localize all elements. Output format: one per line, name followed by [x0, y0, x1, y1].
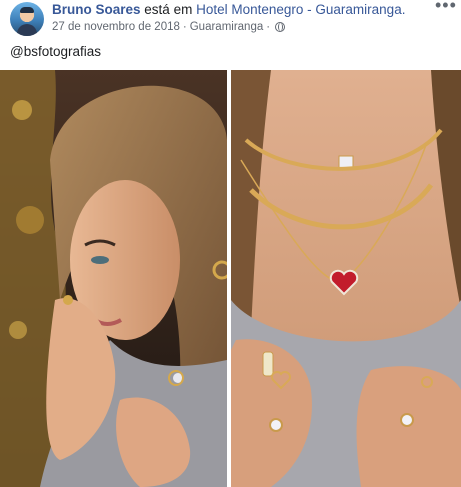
avatar-cap — [20, 7, 34, 13]
meta-separator-2: · — [266, 21, 271, 33]
facebook-post: Bruno Soares está em Hotel Montenegro - … — [0, 0, 461, 487]
location-link[interactable]: Hotel Montenegro - Guaramiranga. — [196, 2, 405, 17]
portrait-illustration — [0, 70, 227, 487]
meta-separator: · — [182, 21, 187, 33]
photo-jewelry-closeup[interactable] — [231, 70, 461, 487]
photo-grid — [0, 70, 461, 487]
more-options-button[interactable]: ••• — [435, 0, 456, 14]
photo-model-portrait[interactable] — [0, 70, 227, 487]
checkin-verb: está em — [144, 2, 193, 17]
globe-icon[interactable] — [275, 22, 286, 32]
post-meta: 27 de novembro de 2018 · Guaramiranga · — [52, 20, 286, 34]
jewelry-illustration — [231, 70, 461, 487]
author-avatar[interactable] — [10, 2, 44, 36]
avatar-shirt — [17, 24, 37, 36]
post-date-link[interactable]: 27 de novembro de 2018 — [52, 21, 180, 33]
author-name-link[interactable]: Bruno Soares — [52, 2, 141, 17]
post-caption: @bsfotografias — [10, 44, 101, 59]
place-link[interactable]: Guaramiranga — [190, 21, 264, 33]
post-header: Bruno Soares está em Hotel Montenegro - … — [52, 1, 405, 18]
